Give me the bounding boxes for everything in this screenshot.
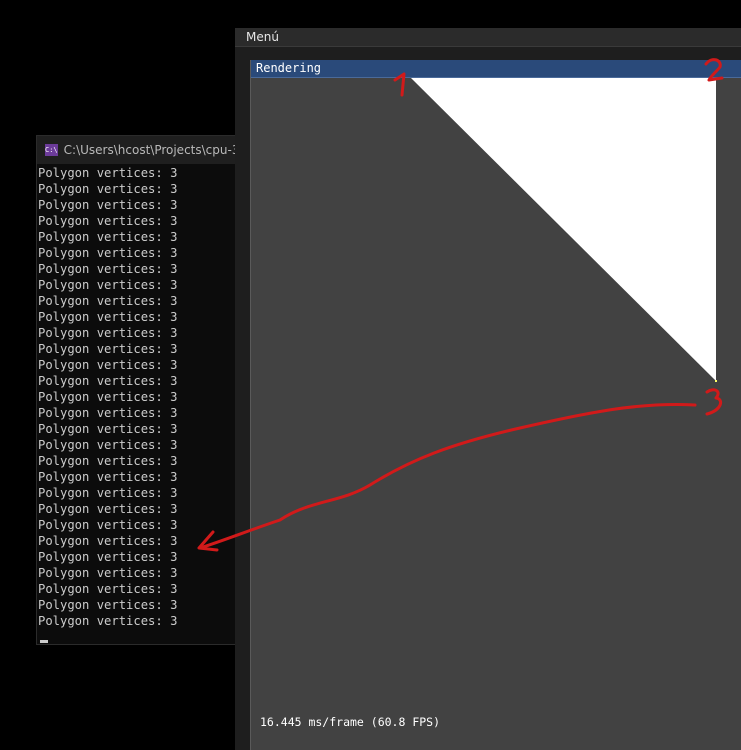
console-line: Polygon vertices: 3 xyxy=(38,422,178,436)
console-line: Polygon vertices: 3 xyxy=(38,534,178,548)
console-line: Polygon vertices: 3 xyxy=(38,230,178,244)
console-line: Polygon vertices: 3 xyxy=(38,262,178,276)
console-line: Polygon vertices: 3 xyxy=(38,246,178,260)
rendering-panel-title[interactable]: Rendering xyxy=(251,60,741,78)
console-line: Polygon vertices: 3 xyxy=(38,470,178,484)
rendered-triangle xyxy=(411,78,716,381)
console-app-icon: C:\ xyxy=(45,144,58,156)
console-line: Polygon vertices: 3 xyxy=(38,182,178,196)
rendering-panel: Rendering 16.445 ms/frame (60.8 FPS) xyxy=(250,60,741,750)
console-line: Polygon vertices: 3 xyxy=(38,438,178,452)
console-line: Polygon vertices: 3 xyxy=(38,326,178,340)
console-line: Polygon vertices: 3 xyxy=(38,358,178,372)
app-window: Menú Rendering 16.445 ms/frame (60.8 FPS… xyxy=(235,28,741,750)
menu-item[interactable]: Menú xyxy=(246,30,279,44)
console-line: Polygon vertices: 3 xyxy=(38,166,178,180)
console-output: Polygon vertices: 3 Polygon vertices: 3 Po… xyxy=(37,164,245,629)
console-line: Polygon vertices: 3 xyxy=(38,374,178,388)
console-line: Polygon vertices: 3 xyxy=(38,502,178,516)
vertex-marker xyxy=(715,380,717,382)
console-line: Polygon vertices: 3 xyxy=(38,406,178,420)
console-line: Polygon vertices: 3 xyxy=(38,614,178,628)
console-window[interactable]: C:\ C:\Users\hcost\Projects\cpu-3d- Poly… xyxy=(36,135,246,645)
console-line: Polygon vertices: 3 xyxy=(38,214,178,228)
render-viewport[interactable] xyxy=(251,78,741,738)
console-line: Polygon vertices: 3 xyxy=(38,278,178,292)
console-line: Polygon vertices: 3 xyxy=(38,454,178,468)
console-cursor xyxy=(40,640,48,643)
console-line: Polygon vertices: 3 xyxy=(38,294,178,308)
console-line: Polygon vertices: 3 xyxy=(38,582,178,596)
menu-bar: Menú xyxy=(235,28,741,47)
console-line: Polygon vertices: 3 xyxy=(38,390,178,404)
console-line: Polygon vertices: 3 xyxy=(38,550,178,564)
console-title: C:\Users\hcost\Projects\cpu-3d- xyxy=(63,143,246,157)
console-titlebar[interactable]: C:\ C:\Users\hcost\Projects\cpu-3d- xyxy=(37,136,245,164)
console-line: Polygon vertices: 3 xyxy=(38,342,178,356)
console-line: Polygon vertices: 3 xyxy=(38,486,178,500)
fps-readout: 16.445 ms/frame (60.8 FPS) xyxy=(260,715,441,729)
console-line: Polygon vertices: 3 xyxy=(38,310,178,324)
console-line: Polygon vertices: 3 xyxy=(38,598,178,612)
console-line: Polygon vertices: 3 xyxy=(38,518,178,532)
console-line: Polygon vertices: 3 xyxy=(38,198,178,212)
console-line: Polygon vertices: 3 xyxy=(38,566,178,580)
